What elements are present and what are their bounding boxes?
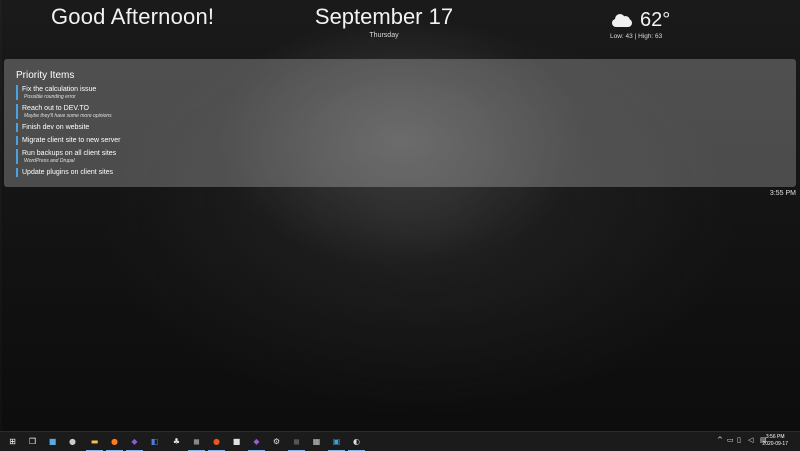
priority-item-note: Possible rounding error (24, 94, 76, 100)
greeting: Good Afternoon! (51, 4, 215, 29)
priority-item[interactable]: Reach out to DEV.TO Maybe they'll have so… (16, 104, 120, 119)
priority-item-note: WordPress and Drupal (24, 158, 75, 164)
app-icon-9[interactable]: ▣ (328, 435, 345, 451)
priority-item[interactable]: Fix the calculation issue Possible roundi… (16, 85, 120, 100)
priority-item-title: Run backups on all client sites (22, 150, 117, 157)
priority-item[interactable]: Run backups on all client sites WordPress… (16, 149, 120, 164)
firefox-icon[interactable]: ● (106, 435, 123, 451)
date-weekday: Thursday (369, 32, 399, 39)
app-icon-2[interactable]: ● (66, 435, 79, 448)
priority-item-title: Reach out to DEV.TO (22, 105, 89, 112)
weather-widget: 62° Low: 43 | High: 63 (610, 8, 680, 40)
task-view-icon[interactable]: ❒ (26, 435, 39, 448)
priority-item[interactable]: Finish dev on website (16, 123, 120, 132)
panel-time: 3:55 PM (769, 190, 796, 197)
app-icon-4[interactable]: ♣ (170, 435, 183, 448)
taskbar: 3:56 PM 2020-09-17 ⊞ ❒ ■ ● ▬ ● ◆ ◧ ♣ ◼ ● ■ ◆ ⚙ ◼ ▦ ▣ ◐ ^ ▭ ▯… (0, 431, 800, 451)
file-explorer-icon[interactable]: ▬ (86, 435, 103, 451)
network-icon[interactable]: ▯ (737, 436, 741, 444)
date-block: September 17 Thursday (310, 4, 458, 41)
app-icon-10[interactable]: ◐ (348, 435, 365, 451)
vscode-icon[interactable]: ◆ (248, 435, 265, 451)
priority-title: Priority Items (16, 70, 75, 81)
ubuntu-icon[interactable]: ● (208, 435, 225, 451)
keyboard-icon[interactable]: ▤ (760, 436, 767, 444)
windows-start-icon[interactable]: ⊞ (6, 435, 19, 448)
priority-item-title: Migrate client site to new server (22, 137, 121, 144)
date-main: September 17 (314, 4, 454, 29)
app-icon-5[interactable]: ◼ (188, 435, 205, 451)
priority-item[interactable]: Update plugins on client sites (16, 168, 120, 177)
priority-item-note: Maybe they'll have some more opinions (24, 113, 112, 119)
priority-item-title: Update plugins on client sites (22, 169, 114, 176)
gear-icon[interactable]: ⚙ (270, 435, 283, 448)
app-icon-6[interactable]: ■ (230, 435, 243, 448)
priority-panel: Priority Items Fix the calculation issue… (4, 59, 796, 187)
app-icon-3[interactable]: ◧ (148, 435, 161, 448)
priority-item-title: Finish dev on website (22, 124, 90, 131)
priority-list: Fix the calculation issue Possible roundi… (16, 85, 120, 181)
app-icon-7[interactable]: ◼ (288, 435, 305, 451)
temperature: 62° (640, 9, 671, 31)
temperature-range: Low: 43 | High: 63 (610, 33, 663, 40)
battery-icon[interactable]: ▭ (727, 436, 734, 444)
priority-item[interactable]: Migrate client site to new server (16, 136, 120, 145)
priority-item-title: Fix the calculation issue (22, 86, 97, 93)
app-icon-1[interactable]: ■ (46, 435, 59, 448)
volume-icon[interactable]: ◁ (748, 436, 753, 444)
chevron-up-icon[interactable]: ^ (717, 436, 723, 444)
app-icon-8[interactable]: ▦ (310, 435, 323, 448)
cloud-icon (610, 13, 632, 27)
visual-studio-icon[interactable]: ◆ (126, 435, 143, 451)
